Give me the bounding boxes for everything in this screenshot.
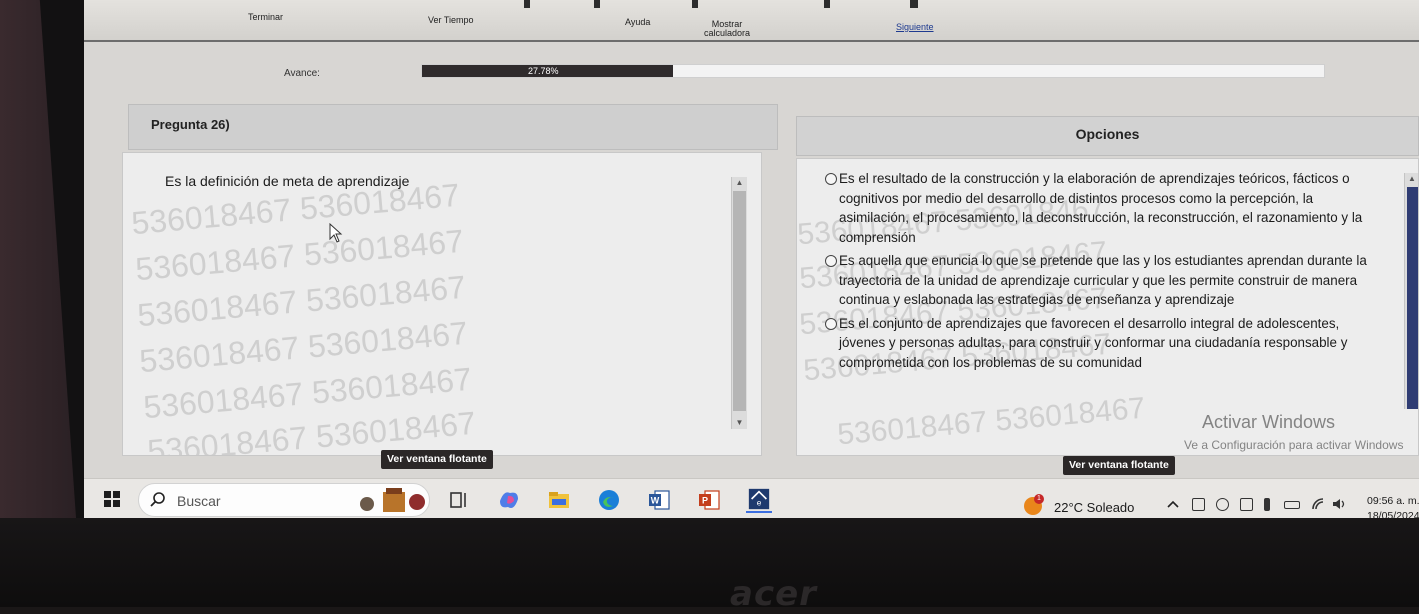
weather-temperature: 22°C: [1054, 500, 1084, 515]
keyboard-icon[interactable]: [1240, 498, 1253, 511]
watermark-text: 536018467 536018467: [134, 222, 466, 288]
terminate-button[interactable]: Terminar: [248, 13, 283, 22]
watermark-text: 536018467 536018467: [142, 360, 474, 426]
question-panel: 536018467 536018467 536018467 536018467 …: [122, 152, 762, 456]
scroll-down-icon[interactable]: ▼: [732, 417, 747, 429]
toolbar-icon-marker: [524, 0, 530, 8]
next-button[interactable]: Siguiente: [896, 23, 934, 32]
question-text: Es la definición de meta de aprendizaje: [165, 173, 410, 189]
progress-label: Avance:: [284, 68, 320, 79]
scroll-thumb[interactable]: [733, 191, 746, 411]
cloud-sync-icon[interactable]: [1216, 498, 1229, 511]
progress-value: 27.78%: [528, 66, 559, 76]
acer-logo: acer: [730, 574, 817, 614]
usb-icon[interactable]: [1264, 498, 1270, 511]
option-1[interactable]: Es el resultado de la construcción y la …: [825, 169, 1380, 247]
toolbar-icon-marker: [692, 0, 698, 8]
clipboard-icon[interactable]: [1192, 498, 1205, 511]
volume-icon[interactable]: [1332, 497, 1348, 511]
next-icon: [910, 0, 918, 8]
watermark-text: 536018467 536018467: [138, 314, 470, 380]
windows-start-icon[interactable]: [104, 491, 120, 507]
search-icon: [150, 492, 165, 507]
system-tray: [1166, 495, 1366, 515]
chevron-up-icon[interactable]: [1166, 499, 1180, 509]
file-explorer-icon[interactable]: [546, 487, 572, 513]
question-scrollbar[interactable]: ▲ ▼: [731, 177, 747, 429]
task-view-icon[interactable]: [446, 487, 472, 513]
powerpoint-icon[interactable]: P: [696, 487, 722, 513]
question-number: Pregunta 26): [151, 117, 230, 132]
monitor-bezel-bottom: [0, 518, 1419, 607]
word-icon[interactable]: W: [646, 487, 672, 513]
watermark-text: 536018467 536018467: [836, 391, 1147, 452]
option-3-text: Es el conjunto de aprendizajes que favor…: [839, 315, 1348, 370]
taskbar: Buscar W P e 1 22°C Soleado 09:56 a. m. …: [84, 478, 1419, 520]
taskbar-clock[interactable]: 09:56 a. m. 18/05/2024: [1367, 494, 1419, 520]
option-3[interactable]: Es el conjunto de aprendizajes que favor…: [825, 314, 1380, 373]
weather-widget[interactable]: 22°C Soleado: [1054, 500, 1134, 515]
radio-button[interactable]: [825, 173, 837, 185]
show-calculator-button[interactable]: Mostrar calculadora: [704, 20, 750, 38]
floating-window-button[interactable]: Ver ventana flotante: [1063, 456, 1175, 475]
toolbar-icon-marker: [594, 0, 600, 8]
exam-toolbar: Terminar Ver Tiempo Ayuda Mostrar calcul…: [84, 0, 1419, 42]
floating-window-button[interactable]: Ver ventana flotante: [381, 450, 493, 469]
weather-alert-badge: 1: [1034, 494, 1044, 504]
battery-icon[interactable]: [1284, 501, 1300, 509]
radio-button[interactable]: [825, 317, 837, 330]
search-highlight-icon: [360, 488, 425, 512]
activate-windows-subtitle: Ve a Configuración para activar Windows: [1184, 438, 1404, 452]
search-placeholder: Buscar: [177, 493, 221, 509]
edge-browser-icon[interactable]: [596, 487, 622, 513]
exam-browser-icon[interactable]: e: [746, 487, 772, 513]
taskbar-search[interactable]: Buscar: [138, 483, 430, 517]
progress-bar: 27.78%: [421, 64, 1325, 78]
option-2-text: Es aquella que enuncia lo que se pretend…: [839, 253, 1367, 307]
options-title: Opciones: [1075, 126, 1140, 142]
copilot-icon[interactable]: [496, 487, 522, 513]
view-time-button[interactable]: Ver Tiempo: [428, 16, 474, 25]
options-scrollbar[interactable]: ▲: [1404, 173, 1418, 409]
svg-text:W: W: [651, 496, 660, 506]
question-header: Pregunta 26): [128, 104, 778, 150]
options-list: Es el resultado de la construcción y la …: [825, 169, 1380, 376]
progress-section: Avance: 27.78%: [84, 44, 1419, 96]
options-header: Opciones: [796, 116, 1419, 156]
scroll-thumb[interactable]: [1407, 187, 1418, 409]
radio-button[interactable]: [825, 255, 837, 267]
screen: Terminar Ver Tiempo Ayuda Mostrar calcul…: [84, 0, 1419, 520]
scroll-up-icon[interactable]: ▲: [732, 177, 747, 189]
help-button[interactable]: Ayuda: [625, 18, 650, 27]
toolbar-icon-marker: [824, 0, 830, 8]
calculator-label-line2: calculadora: [704, 28, 751, 38]
option-2[interactable]: Es aquella que enuncia lo que se pretend…: [825, 251, 1380, 310]
watermark-text: 536018467 536018467: [146, 404, 478, 456]
scroll-up-icon[interactable]: ▲: [1405, 173, 1418, 185]
svg-text:P: P: [702, 496, 708, 506]
wifi-icon[interactable]: [1311, 497, 1325, 511]
weather-description: Soleado: [1086, 500, 1135, 515]
clock-time: 09:56 a. m.: [1367, 495, 1419, 507]
svg-text:e: e: [757, 497, 762, 507]
activate-windows-title: Activar Windows: [1202, 412, 1336, 432]
watermark-text: 536018467 536018467: [136, 268, 468, 334]
mouse-pointer-icon: [329, 223, 343, 243]
option-1-text: Es el resultado de la construcción y la …: [839, 171, 1363, 245]
